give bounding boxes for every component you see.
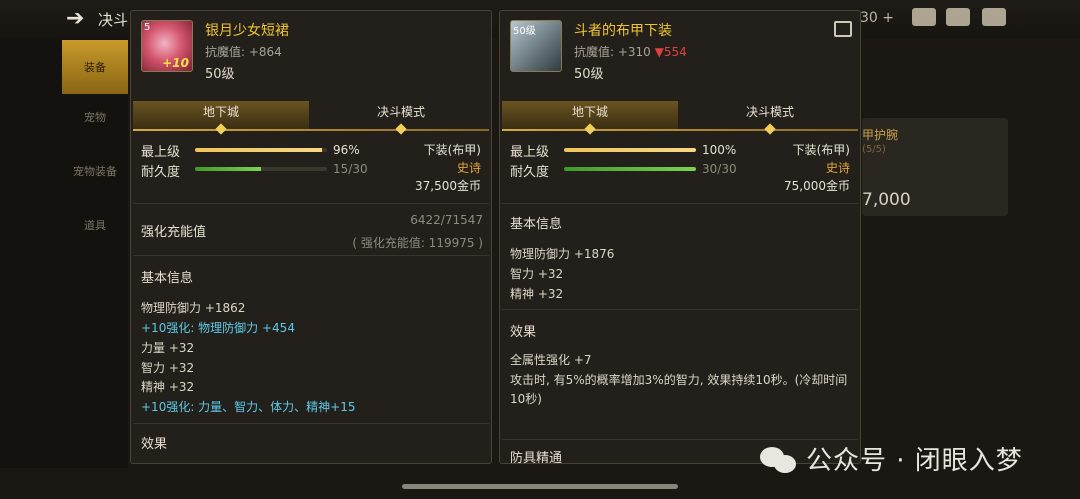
divider <box>502 309 858 310</box>
stat-line: 智力 +32 <box>510 267 564 281</box>
sidebar-item-equipment[interactable]: 装备 <box>62 40 128 94</box>
effect-line: 攻击时, 有5%的概率增加3%的智力, 效果持续10秒。(冷却时间10秒) <box>510 373 848 406</box>
background-item-card[interactable]: 甲护腕 (5/5) 7,000 <box>862 118 1008 216</box>
basic-info-title: 基本信息 <box>510 217 563 232</box>
tab-underline <box>133 129 489 131</box>
slot-type: 下装(布甲) <box>423 143 481 157</box>
stat-line: 精神 +32 <box>510 287 564 301</box>
item-level-tag: 5 <box>144 22 151 33</box>
grade-bar <box>564 148 696 152</box>
magic-resist: 抗魔值: +864 <box>205 45 282 59</box>
magic-resist-value: 抗魔值: +310 <box>574 45 651 59</box>
divider <box>133 423 489 424</box>
mode-tabs: 地下城 决斗模式 <box>502 101 858 135</box>
item-tooltip-equipped: 5 +10 银月少女短裙 抗魔值: +864 50级 地下城 决斗模式 最上级 … <box>130 10 492 464</box>
watermark-text: 公众号 · 闭眼入梦 <box>806 446 1023 476</box>
enhance-tag: +10 <box>162 56 189 70</box>
rarity-label: 史诗 <box>456 161 481 175</box>
grade-value: 96% <box>333 143 360 157</box>
charge-value: 6422/71547 <box>410 213 483 227</box>
mail-icon[interactable] <box>946 8 970 26</box>
grade-bar-fill <box>195 148 322 152</box>
durability-bar <box>564 167 696 171</box>
card-subtitle: (5/5) <box>862 144 886 155</box>
grade-bar-fill <box>564 148 696 152</box>
grade-label: 最上级 <box>141 145 181 160</box>
mode-tabs: 地下城 决斗模式 <box>133 101 489 135</box>
sell-price: 37,500金币 <box>415 179 481 193</box>
page-title: 决斗 <box>98 11 129 29</box>
slot-type: 下装(布甲) <box>792 143 850 157</box>
item-name: 斗者的布甲下装 <box>574 23 672 39</box>
item-name: 银月少女短裙 <box>205 23 289 39</box>
grade-label: 最上级 <box>510 145 550 160</box>
home-indicator[interactable] <box>402 484 678 489</box>
stat-line: 智力 +32 <box>141 361 195 375</box>
effect-title: 效果 <box>510 325 537 340</box>
required-level: 50级 <box>205 67 235 82</box>
charge-title: 强化充能值 <box>141 225 207 240</box>
sidebar-item-items[interactable]: 道具 <box>62 198 128 252</box>
stat-line: 物理防御力 +1876 <box>510 247 615 261</box>
tab-underline <box>502 129 858 131</box>
durability-bar-fill <box>195 167 261 171</box>
item-tooltip-compare: 50级 斗者的布甲下装 抗魔值: +310 ▼554 50级 地下城 决斗模式 … <box>499 10 861 464</box>
effect-line: 全属性强化 +7 <box>510 353 592 367</box>
grade-value: 100% <box>702 143 737 157</box>
stat-line: 精神 +32 <box>141 380 195 394</box>
stat-line: 物理防御力 +1862 <box>141 301 246 315</box>
durability-value: 15/30 <box>333 162 368 176</box>
magic-resist: 抗魔值: +310 ▼554 <box>574 43 687 60</box>
category-sidebar: 装备 宠物 宠物装备 道具 <box>0 38 128 468</box>
chat-icon[interactable] <box>982 8 1006 26</box>
share-icon[interactable] <box>834 21 852 37</box>
skirt-item-icon: 5 +10 <box>141 20 193 72</box>
sell-price: 75,000金币 <box>784 179 850 193</box>
armor-mastery-title: 防具精通 <box>510 451 563 464</box>
durability-bar-fill <box>564 167 696 171</box>
back-arrow-icon[interactable]: ➔ <box>66 6 84 31</box>
durability-label: 耐久度 <box>510 165 550 180</box>
basic-info-title: 基本信息 <box>141 271 194 286</box>
sidebar-item-pet-equipment[interactable]: 宠物装备 <box>62 144 128 198</box>
card-title: 甲护腕 <box>862 128 899 142</box>
magic-resist-diff: ▼554 <box>654 45 687 59</box>
rarity-label: 史诗 <box>825 161 850 175</box>
grade-bar <box>195 148 327 152</box>
item-level-tag: 50级 <box>513 26 536 37</box>
enhance-stat-line: +10强化: 力量、智力、体力、精神+15 <box>141 400 356 414</box>
charge-total: ( 强化充能值: 119975 ) <box>352 236 483 250</box>
divider <box>133 203 489 204</box>
enhance-stat-line: +10强化: 物理防御力 +454 <box>141 321 295 335</box>
durability-label: 耐久度 <box>141 165 181 180</box>
sidebar-item-pet[interactable]: 宠物 <box>62 90 128 144</box>
watermark: 公众号 · 闭眼入梦 <box>760 440 1023 477</box>
wechat-logo-icon <box>760 445 798 473</box>
durability-bar <box>195 167 327 171</box>
armor-item-icon: 50级 <box>510 20 562 72</box>
crown-icon[interactable] <box>912 8 936 26</box>
currency-count[interactable]: 30 + <box>860 10 894 26</box>
effect-title: 效果 <box>141 437 168 452</box>
durability-value: 30/30 <box>702 162 737 176</box>
stat-line: 力量 +32 <box>141 341 195 355</box>
card-price: 7,000 <box>862 190 911 210</box>
required-level: 50级 <box>574 67 604 82</box>
divider <box>133 255 489 256</box>
divider <box>502 203 858 204</box>
